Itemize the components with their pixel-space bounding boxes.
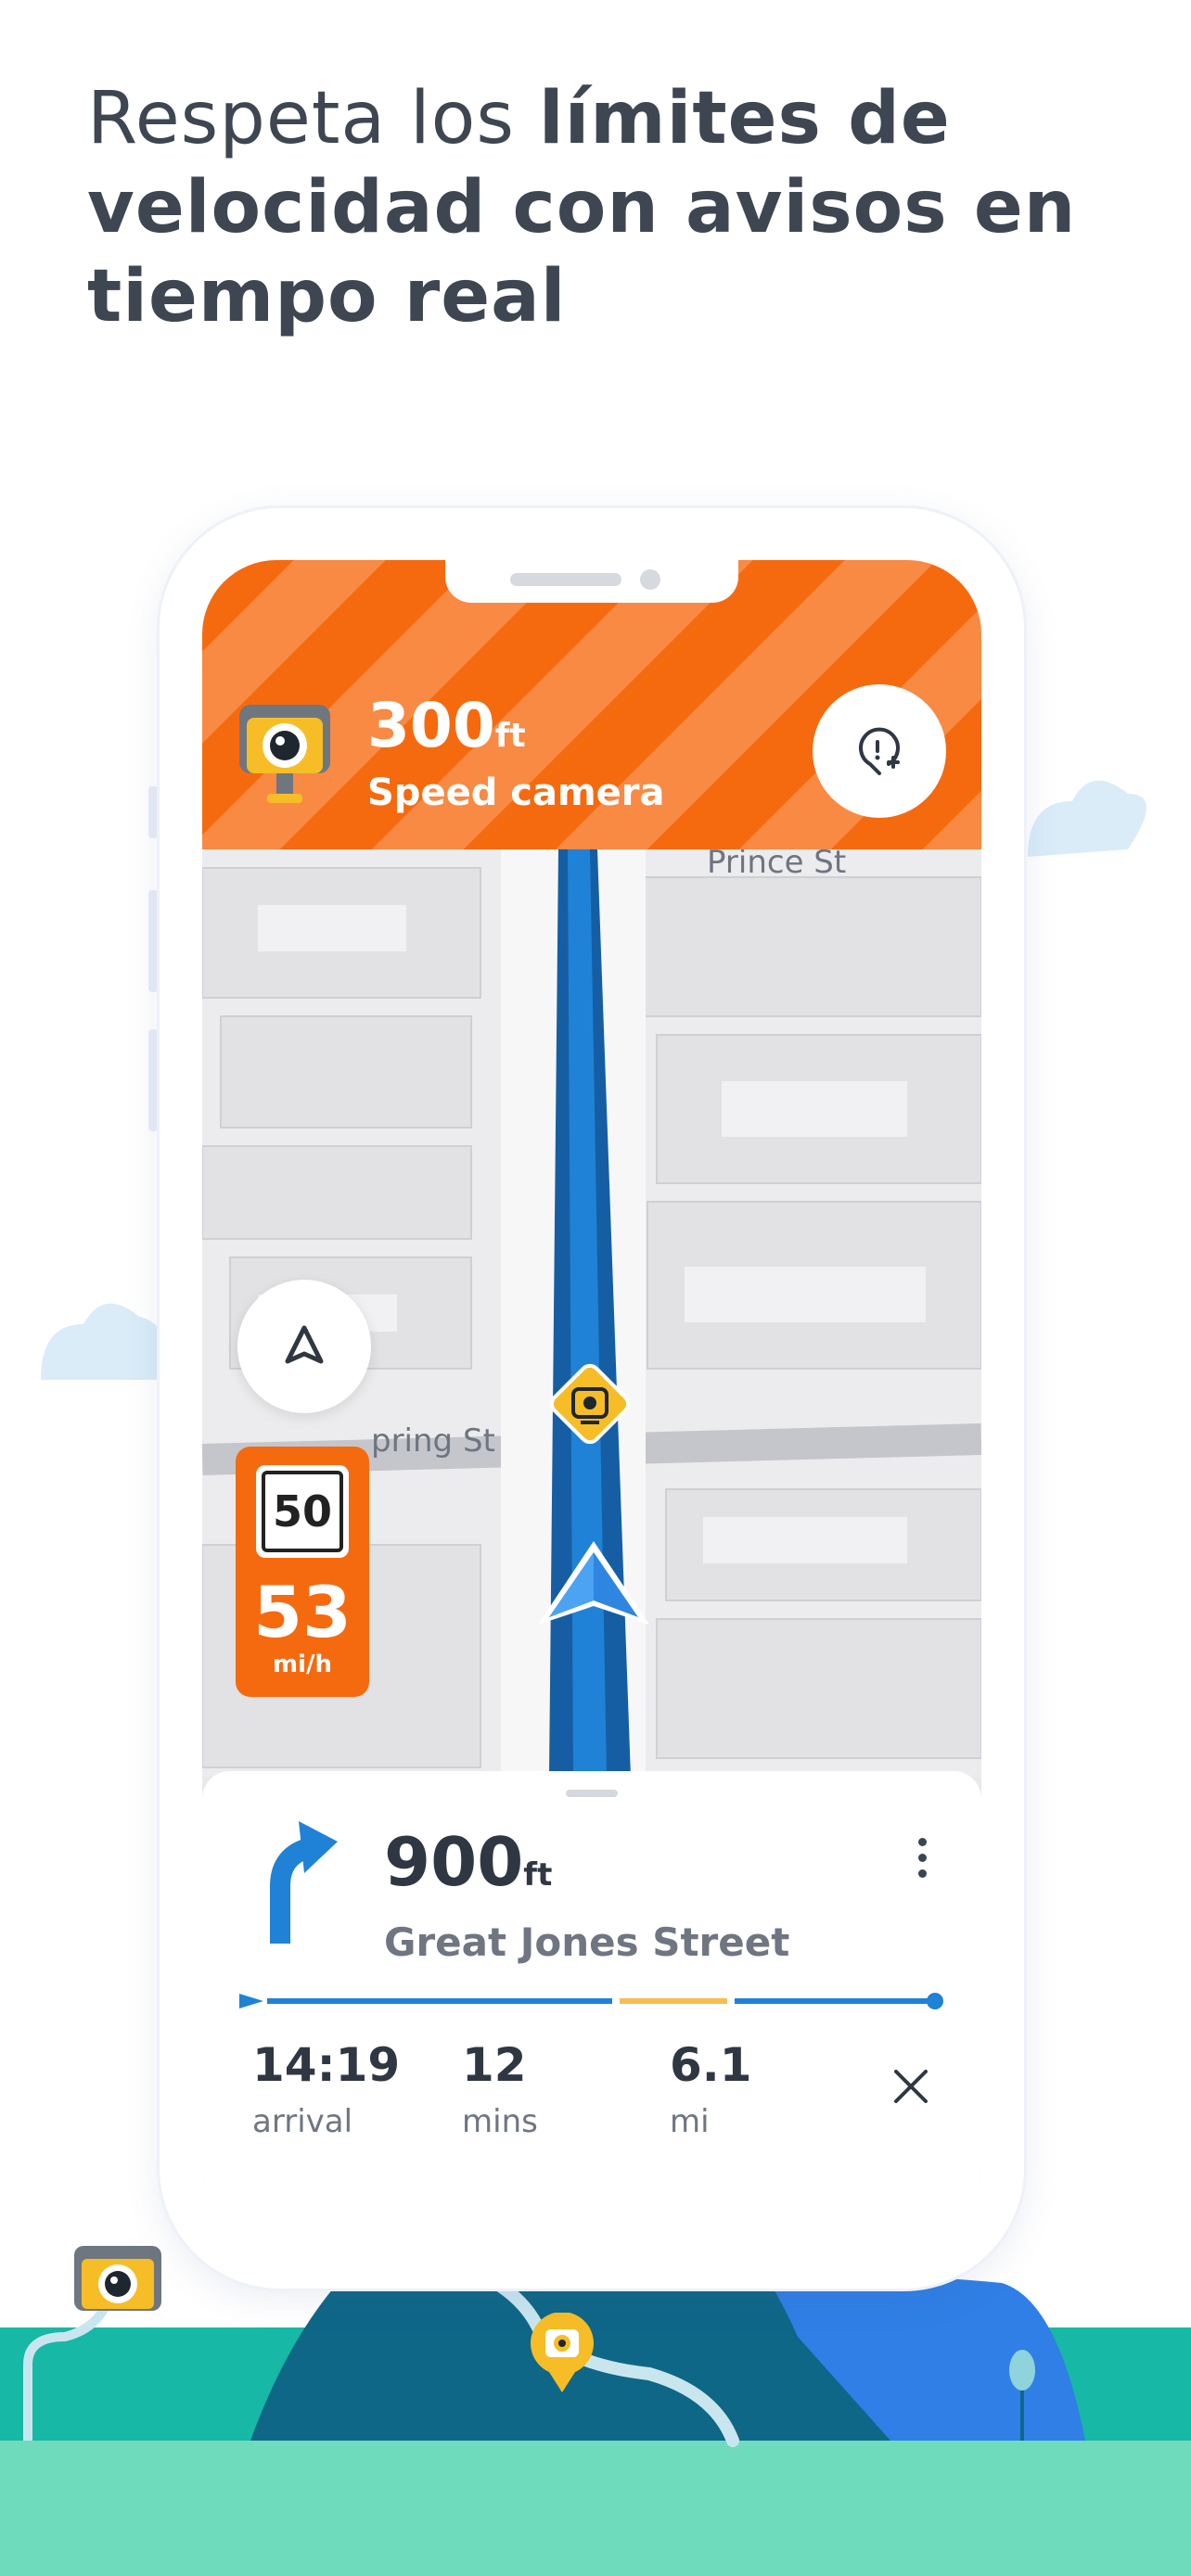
speed-limit-value: 50 xyxy=(262,1471,343,1552)
phone-side-button xyxy=(148,786,158,838)
next-turn-street: Great Jones Street xyxy=(384,1919,790,1965)
speed-indicator: 50 53 mi/h xyxy=(236,1447,369,1697)
alert-distance-unit: ft xyxy=(494,717,526,755)
next-turn-unit: ft xyxy=(523,1856,553,1894)
navigation-screen: 300ft Speed camera Prince St pring St 50… xyxy=(202,560,981,2237)
phone-side-button xyxy=(148,1029,158,1131)
recenter-button[interactable] xyxy=(237,1280,371,1413)
close-icon xyxy=(894,2070,928,2103)
speed-camera-alert: 300ft Speed camera xyxy=(202,560,981,849)
arrival-stat: 14:19 arrival xyxy=(252,2038,400,2140)
next-turn-distance: 900ft xyxy=(384,1823,553,1901)
route-progress-bar xyxy=(239,1993,943,2009)
street-label-prince: Prince St xyxy=(707,849,847,881)
camera-ground-icon xyxy=(74,2246,161,2311)
duration-value: 12 xyxy=(462,2038,527,2092)
speed-camera-marker-icon xyxy=(549,1363,631,1445)
drag-handle[interactable] xyxy=(566,1790,618,1797)
speed-camera-icon xyxy=(239,705,330,803)
arrival-label: arrival xyxy=(252,2103,353,2140)
speed-limit-sign: 50 xyxy=(256,1465,349,1558)
arrival-value: 14:19 xyxy=(252,2038,401,2092)
duration-stat: 12 mins xyxy=(462,2038,538,2140)
pin-add-icon xyxy=(859,727,900,775)
speed-unit: mi/h xyxy=(272,1651,332,1678)
end-route-button[interactable] xyxy=(885,2060,937,2112)
vehicle-position-icon xyxy=(538,1541,649,1625)
phone-notch xyxy=(445,560,738,603)
route-panel: 900ft Great Jones Street 14:19 arrival 1… xyxy=(202,1771,981,2237)
report-button[interactable] xyxy=(813,684,946,818)
street-label-spring: pring St xyxy=(371,1422,495,1460)
navigation-arrow-icon xyxy=(285,1325,324,1364)
phone-side-button xyxy=(148,890,158,992)
camera-pin-icon xyxy=(531,2313,594,2392)
more-options-button[interactable] xyxy=(903,1832,941,1897)
alert-distance: 300ft xyxy=(367,690,526,761)
alert-label: Speed camera xyxy=(367,772,665,814)
distance-label: mi xyxy=(670,2103,710,2140)
duration-label: mins xyxy=(462,2103,538,2140)
distance-stat: 6.1 mi xyxy=(670,2038,752,2140)
current-speed: 53 xyxy=(253,1571,352,1653)
phone-frame: 300ft Speed camera Prince St pring St 50… xyxy=(160,508,1024,2289)
distance-value: 6.1 xyxy=(670,2038,752,2092)
turn-right-icon xyxy=(270,1821,338,1944)
